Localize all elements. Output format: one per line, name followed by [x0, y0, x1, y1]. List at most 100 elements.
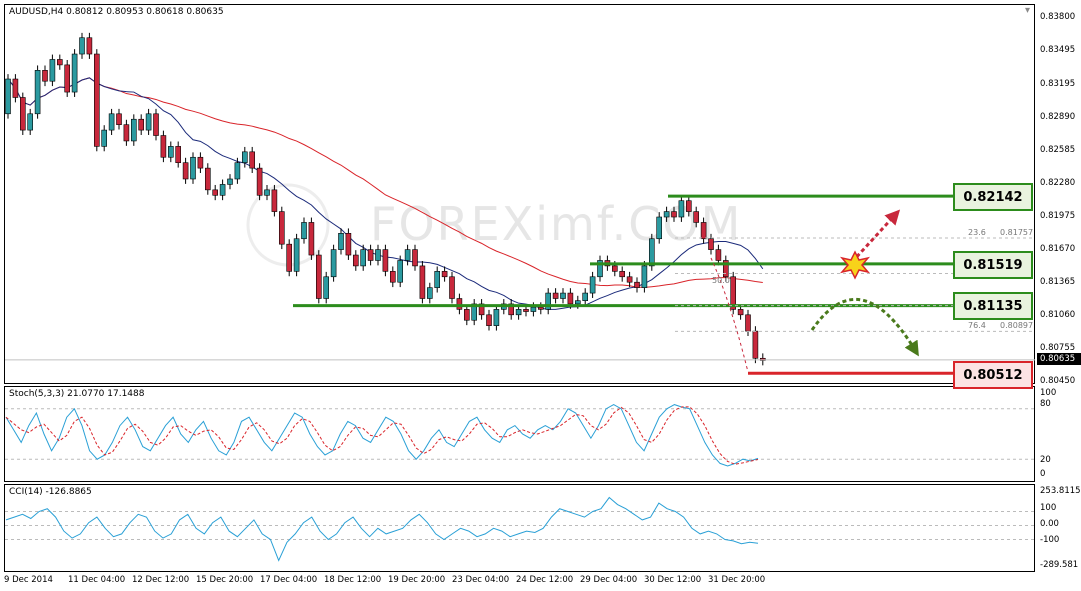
candle-body — [56, 59, 63, 66]
resistance-level-box-0-81519: 0.81519 — [953, 251, 1033, 279]
candle-body — [567, 292, 574, 305]
candle-body — [449, 276, 455, 299]
candle-body — [227, 178, 233, 185]
time-tick: 24 Dec 12:00 — [516, 575, 574, 585]
candle-body — [560, 292, 566, 299]
candle-body — [619, 271, 626, 278]
candle-body — [64, 64, 70, 93]
candle-body — [249, 151, 255, 169]
candle-body — [116, 113, 122, 125]
stoch-tick: 100 — [1040, 388, 1057, 398]
time-tick: 12 Dec 12:00 — [132, 575, 190, 585]
price-tick: 0.80450 — [1040, 376, 1076, 386]
chart-drawing: FOREXimf.COM — [5, 32, 1035, 562]
time-tick: 17 Dec 04:00 — [260, 575, 318, 585]
candle-body — [523, 309, 529, 312]
candle-body — [153, 113, 159, 136]
candle-body — [404, 249, 411, 261]
candle-body — [663, 211, 670, 218]
time-tick: 30 Dec 12:00 — [644, 575, 702, 585]
chart-window: AUDUSD,H4 0.80812 0.80953 0.80618 0.8063… — [0, 0, 1081, 591]
candle-body — [145, 113, 152, 131]
cci-tick: 253.8115 — [1040, 486, 1081, 496]
candle-body — [197, 156, 204, 169]
candle-body — [419, 265, 426, 299]
candle-body — [79, 37, 85, 55]
price-tick: 0.82585 — [1040, 145, 1076, 155]
candle-body — [293, 238, 300, 272]
candle-body — [12, 78, 19, 98]
cci-tick: -289.581 — [1040, 560, 1079, 570]
candle-body — [271, 189, 278, 212]
candle-body — [131, 118, 137, 142]
candle-body — [611, 265, 618, 272]
candle-body — [108, 113, 115, 131]
stoch-signal-line — [5, 406, 759, 465]
price-axis[interactable]: 0.83800 0.83495 0.83195 0.82890 0.82585 … — [1036, 0, 1081, 591]
candle-body — [375, 249, 381, 261]
resistance-level-box-0-82142: 0.82142 — [953, 183, 1033, 211]
candle-body — [745, 314, 751, 332]
candle-body — [456, 298, 463, 310]
candle-body — [323, 276, 330, 299]
candle-body — [693, 211, 700, 223]
time-axis[interactable]: 9 Dec 2014 11 Dec 04:00 12 Dec 12:00 15 … — [4, 572, 1035, 591]
candle-body — [656, 216, 663, 240]
target-level-box-0-80512: 0.80512 — [953, 361, 1033, 389]
price-tick: 0.82890 — [1040, 112, 1076, 122]
candle-body — [234, 162, 241, 180]
candle-body — [700, 222, 707, 240]
candle-body — [589, 276, 596, 294]
candle-body — [530, 306, 537, 312]
time-tick: 29 Dec 04:00 — [580, 575, 638, 585]
cci-tick: -100 — [1040, 535, 1060, 545]
candle-body — [360, 249, 367, 267]
candle-body — [715, 249, 722, 261]
candle-body — [301, 222, 307, 240]
price-tick: 0.81060 — [1040, 310, 1076, 320]
candle-body — [678, 200, 685, 218]
stoch-tick: 80 — [1040, 399, 1051, 409]
candle-body — [515, 309, 522, 316]
candle-body — [389, 271, 396, 283]
candle-body — [382, 249, 389, 272]
time-tick: 18 Dec 12:00 — [324, 575, 382, 585]
time-tick: 23 Dec 04:00 — [452, 575, 510, 585]
candle-body — [338, 233, 344, 250]
time-tick: 9 Dec 2014 — [4, 575, 53, 585]
candle-body — [5, 78, 11, 115]
candle-body — [671, 211, 677, 218]
candle-body — [264, 189, 270, 196]
candle-body — [552, 292, 559, 299]
candle-body — [175, 146, 181, 163]
candle-body — [708, 238, 714, 250]
candle-body — [574, 300, 581, 305]
fib-76-price: 0.80897 — [1000, 321, 1034, 330]
candle-body — [94, 53, 100, 147]
candle-body — [86, 37, 93, 55]
cci-tick: 100 — [1040, 503, 1057, 513]
candle-body — [27, 113, 34, 131]
time-tick: 19 Dec 20:00 — [388, 575, 446, 585]
candle-body — [315, 254, 322, 299]
fib-50-label: 50.0 — [712, 276, 730, 285]
candle-body — [160, 135, 167, 158]
stoch-tick: 0 — [1040, 469, 1046, 479]
fib-23-price: 0.81757 — [1000, 228, 1034, 237]
price-tick: 0.81975 — [1040, 211, 1076, 221]
candle-body — [308, 222, 315, 256]
candle-body — [634, 281, 640, 288]
candle-body — [205, 167, 211, 191]
candle-body — [441, 271, 448, 278]
candle-body — [212, 189, 218, 196]
candle-body — [426, 287, 433, 299]
candle-body — [412, 249, 418, 267]
candle-body — [345, 233, 352, 256]
candle-body — [752, 330, 759, 359]
candle-body — [138, 118, 144, 131]
candle-body — [19, 97, 26, 131]
time-tick: 15 Dec 20:00 — [196, 575, 254, 585]
stoch-main-line — [5, 404, 759, 467]
fib-76-label: 76.4 — [968, 321, 986, 330]
candle-body — [49, 59, 56, 82]
